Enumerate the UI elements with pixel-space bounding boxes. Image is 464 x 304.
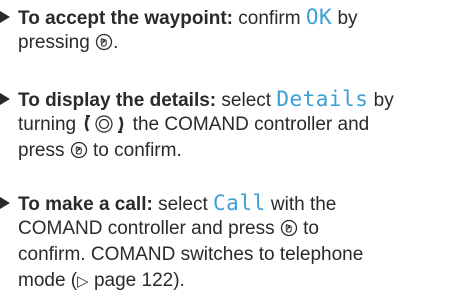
press-controller-icon <box>280 219 298 237</box>
instruction-line: To make a call: select Call with the <box>0 190 464 216</box>
instruction-text: to <box>297 218 319 239</box>
instruction-text: by <box>332 8 358 29</box>
instruction-text: confirm <box>233 8 306 29</box>
instruction-text: the COMAND controller and <box>127 114 370 135</box>
instruction-text: . <box>113 32 119 53</box>
instruction-text: press <box>18 140 65 161</box>
instruction-line: mode (▷ page 122). <box>0 268 464 294</box>
triangle-bullet-icon <box>0 197 10 209</box>
instruction-line: To accept the waypoint: confirm OK by <box>0 4 464 30</box>
instruction-line: pressing . <box>0 30 464 56</box>
instruction-text: by <box>368 90 394 111</box>
triangle-bullet-icon <box>0 11 10 23</box>
instruction-line: press to confirm. <box>0 138 464 164</box>
instruction-text: with the <box>265 194 337 215</box>
turn-controller-icon <box>85 115 124 133</box>
instruction-accept-waypoint: To accept the waypoint: confirm OK by pr… <box>0 4 464 56</box>
instruction-text: to confirm. <box>87 140 182 161</box>
instruction-text: turning <box>18 114 77 135</box>
instruction-heading: To accept the waypoint: <box>18 8 234 29</box>
display-details-label: Details <box>276 87 369 111</box>
manual-instructions: To accept the waypoint: confirm OK by pr… <box>0 0 464 304</box>
instruction-make-call: To make a call: select Call with the COM… <box>0 190 464 294</box>
instruction-text: COMAND controller and press <box>18 218 275 239</box>
press-controller-icon <box>95 33 113 51</box>
instruction-heading: To make a call: <box>18 194 153 215</box>
instruction-line: confirm. COMAND switches to telephone <box>0 242 464 268</box>
page-reference-link[interactable]: page 122). <box>89 270 185 291</box>
display-ok-label: OK <box>305 5 333 29</box>
instruction-line: COMAND controller and press to <box>0 216 464 242</box>
page-reference-icon: ▷ <box>77 273 89 290</box>
triangle-bullet-icon <box>0 93 10 105</box>
instruction-line: turning the COMAND controller and <box>0 112 464 138</box>
instruction-text: select <box>152 194 214 215</box>
instruction-text: mode ( <box>18 270 78 291</box>
instruction-line: To display the details: select Details b… <box>0 86 464 112</box>
instruction-text: confirm. COMAND switches to telephone <box>18 244 364 265</box>
instruction-text: pressing <box>18 32 90 53</box>
instruction-display-details: To display the details: select Details b… <box>0 86 464 164</box>
instruction-text: select <box>216 90 277 111</box>
press-controller-icon <box>70 141 87 159</box>
instruction-heading: To display the details: <box>18 90 217 111</box>
display-call-label: Call <box>213 191 266 215</box>
